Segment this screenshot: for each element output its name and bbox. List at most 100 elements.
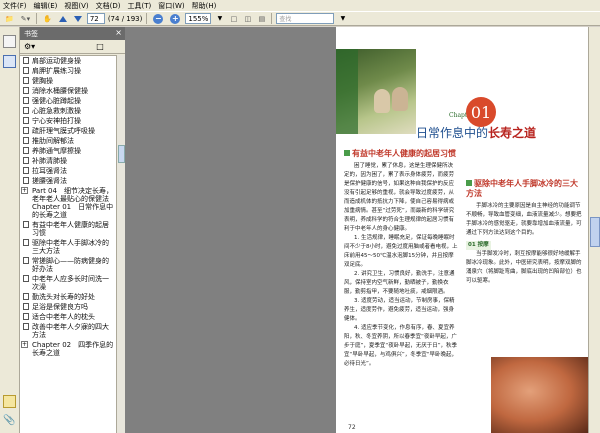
bookmark-item[interactable]: 心脏急救刺激操 xyxy=(20,106,116,116)
menu-edit[interactable]: 编辑(E) xyxy=(34,1,58,11)
options-gear-icon[interactable]: ⚙▾ xyxy=(24,42,35,51)
pages-panel-icon[interactable] xyxy=(3,35,16,48)
fit-page-icon[interactable]: ◫ xyxy=(242,13,253,24)
bookmark-item[interactable]: 肩部运动健身操 xyxy=(20,56,116,66)
new-bookmark-icon[interactable]: □ xyxy=(96,42,104,51)
page-bookmark-icon xyxy=(23,323,29,330)
fit-width-icon[interactable]: ▤ xyxy=(256,13,267,24)
paragraph: 4. 适应季节变化，作息有序，春、夏宜养阳，秋、冬宜养阴，所以春季宜“夜卧早起，… xyxy=(344,325,458,367)
menu-file[interactable]: 文件(F) xyxy=(3,1,27,11)
page-bookmark-icon xyxy=(23,117,29,124)
bookmark-label: 勤洗头对长寿的好处 xyxy=(32,293,95,301)
page-bookmark-icon xyxy=(23,177,29,184)
toolbar-divider xyxy=(146,13,148,24)
paragraph: 手脚冰冷的主要原因是自主神经的功能调节不顺畅，导致血管变细，血液流量减少。想要把… xyxy=(466,203,582,236)
bookmark-label: 消除水桶腰保健操 xyxy=(32,87,88,95)
bookmark-item[interactable]: 中老年人应多长时间洗一次澡 xyxy=(20,274,116,292)
bullet-square-icon xyxy=(466,180,472,186)
bookmark-label: 强健心脏蹲起操 xyxy=(32,97,81,105)
bookmark-label: 健胸操 xyxy=(32,77,53,85)
attachments-icon[interactable]: 📎 xyxy=(3,415,16,428)
zoom-out-icon: − xyxy=(153,13,164,24)
expand-icon[interactable]: + xyxy=(21,341,28,348)
menu-document[interactable]: 文档(D) xyxy=(96,1,121,11)
scrollbar-thumb[interactable] xyxy=(118,145,125,163)
hand-tool-icon[interactable]: ✋ xyxy=(41,13,54,24)
bookmark-label: Part 04 细节决定长寿，老年老人最贴心的保健法Chapter 01 日常作… xyxy=(32,187,114,219)
document-background xyxy=(125,27,336,433)
menu-bar: 文件(F) 编辑(E) 视图(V) 文档(D) 工具(T) 窗口(W) 帮助(H… xyxy=(0,0,600,11)
bookmark-item[interactable]: 补肺清肺操 xyxy=(20,156,116,166)
bookmark-label: 改善中老年人夕寐的四大方法 xyxy=(32,323,109,339)
scrollbar-thumb[interactable] xyxy=(590,217,600,247)
bookmark-label: 有益中老年人健康的起居习惯 xyxy=(32,221,109,237)
page-bookmark-icon xyxy=(23,57,29,64)
bookmark-item[interactable]: 养肺通气摩擦操 xyxy=(20,146,116,156)
bookmark-item[interactable]: 常搓脚心——防病健身的好办法 xyxy=(20,256,116,274)
bookmark-label: 适合中老年人的枕头 xyxy=(32,313,95,321)
bookmark-list: 肩部运动健身操 肩胛扩展练习操 健胸操消除水桶腰保健操 强健心脏蹲起操 心脏急救刺激操宁… xyxy=(20,55,116,433)
bookmark-label: 心脏急救刺激操 xyxy=(32,107,81,115)
edit-icon[interactable]: ✎▾ xyxy=(19,13,32,24)
bookmark-label: 养肺通气摩擦操 xyxy=(32,147,81,155)
bookmark-label: 补肺清肺操 xyxy=(32,157,67,165)
bookmark-item[interactable]: 有益中老年人健康的起居习惯 xyxy=(20,220,116,238)
bookmarks-panel-icon[interactable] xyxy=(3,55,16,68)
previous-page-button[interactable] xyxy=(57,13,69,24)
bookmark-item[interactable]: 宁心安神拍打操 xyxy=(20,116,116,126)
bookmark-item[interactable]: + Part 04 细节决定长寿，老年老人最贴心的保健法Chapter 01 日常… xyxy=(20,186,116,220)
page-bookmark-icon xyxy=(23,275,29,282)
dropdown-chevron-icon[interactable]: ▼ xyxy=(214,13,225,24)
bookmark-item[interactable]: 疏肝理气膜式呼吸操 xyxy=(20,126,116,136)
zoom-out-button[interactable]: − xyxy=(151,13,165,24)
bookmark-item[interactable]: 肩胛扩展练习操 xyxy=(20,66,116,76)
bookmark-item[interactable]: 推肋间解郁法 xyxy=(20,136,116,146)
close-icon[interactable]: × xyxy=(115,28,122,37)
section-title: 有益中老年人健康的起居习惯 xyxy=(352,149,456,158)
bookmark-item[interactable]: 适合中老年人的枕头 xyxy=(20,312,116,322)
bookmark-item[interactable]: 改善中老年人夕寐的四大方法 xyxy=(20,322,116,340)
bookmark-item[interactable]: 消除水桶腰保健操 xyxy=(20,86,116,96)
bookmark-item[interactable]: 驱除中老年人手脚冰冷的三大方法 xyxy=(20,238,116,256)
page-bookmark-icon xyxy=(23,257,29,264)
bookmark-item[interactable]: 强健心脏蹲起操 xyxy=(20,96,116,106)
menu-view[interactable]: 视图(V) xyxy=(64,1,88,11)
bookmark-item[interactable]: 勤洗头对长寿的好处 xyxy=(20,292,116,302)
expand-icon[interactable]: + xyxy=(21,187,28,194)
zoom-in-button[interactable]: + xyxy=(168,13,182,24)
panel-header: 书签 × xyxy=(20,27,125,40)
navigation-rail: 📎 xyxy=(0,27,20,433)
search-input[interactable]: 查找 xyxy=(276,13,335,24)
next-page-button[interactable] xyxy=(72,13,84,24)
bookmark-scrollbar[interactable] xyxy=(116,55,125,433)
bookmark-item[interactable]: 足浴是保健良方吗 xyxy=(20,302,116,312)
bookmark-item[interactable]: 拉耳强肾法 xyxy=(20,166,116,176)
page-bookmark-icon xyxy=(23,293,29,300)
bookmark-label: 足浴是保健良方吗 xyxy=(32,303,88,311)
page-view-icon[interactable]: □ xyxy=(228,13,239,24)
page-bookmark-icon xyxy=(23,77,29,84)
bookmark-label: 疏肝理气膜式呼吸操 xyxy=(32,127,95,135)
menu-help[interactable]: 帮助(H) xyxy=(192,1,217,11)
page-bookmark-icon xyxy=(23,239,29,246)
comments-icon[interactable] xyxy=(3,395,16,408)
bookmark-item[interactable]: 健胸操 xyxy=(20,76,116,86)
menu-window[interactable]: 窗口(W) xyxy=(158,1,184,11)
bookmark-item[interactable]: + Chapter 02 四季作息的长寿之道 xyxy=(20,340,116,358)
search-dropdown-icon[interactable]: ▼ xyxy=(337,13,348,24)
page-number: 72 xyxy=(348,424,356,431)
page-bookmark-icon xyxy=(23,67,29,74)
page-bookmark-icon xyxy=(23,127,29,134)
menu-tools[interactable]: 工具(T) xyxy=(128,1,152,11)
page-bookmark-icon xyxy=(23,97,29,104)
bookmark-item[interactable]: 搓腰强肾法 xyxy=(20,176,116,186)
arrow-down-icon xyxy=(73,15,82,22)
chapter-title: 日常作息中的长寿之道 xyxy=(416,124,536,141)
paragraph: 2. 讲究卫生，习惯良好，勤洗手，注意通风，保持室内空气新鲜，勤晒被子，勤换衣服… xyxy=(344,271,455,295)
zoom-level-select[interactable]: 155% xyxy=(185,13,212,24)
page-number-input[interactable]: 72 xyxy=(86,13,105,24)
page-bookmark-icon xyxy=(23,107,29,114)
open-folder-icon[interactable]: 📁 xyxy=(3,13,16,24)
document-scrollbar[interactable] xyxy=(588,27,600,433)
bookmark-label: 搓腰强肾法 xyxy=(32,177,67,185)
